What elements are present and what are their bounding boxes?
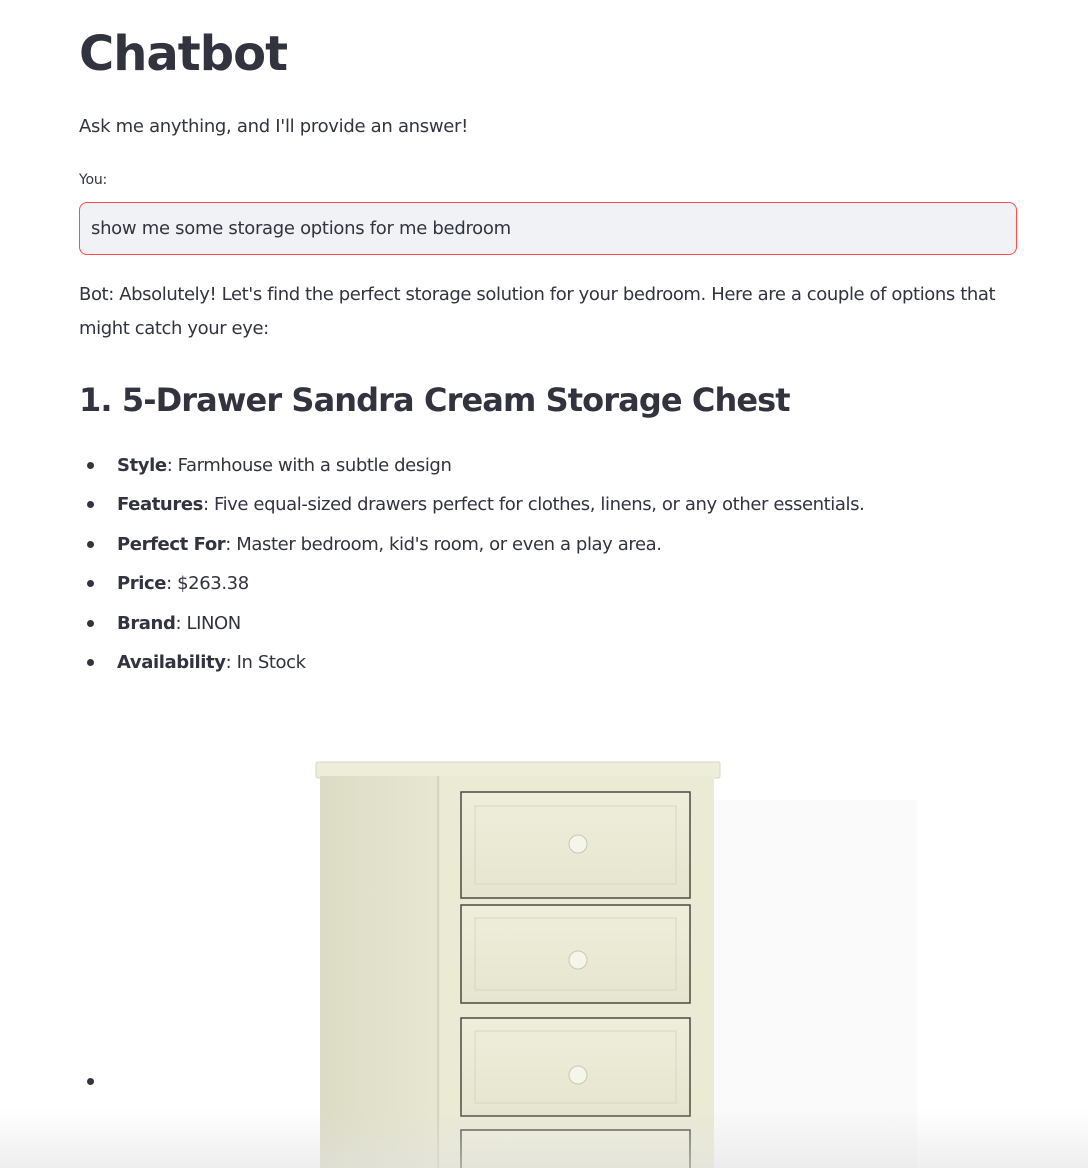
feature-key: Perfect For — [117, 533, 226, 555]
page-subtitle: Ask me anything, and I'll provide an ans… — [79, 116, 469, 137]
bullet-icon — [87, 462, 94, 469]
chat-input[interactable] — [79, 202, 1017, 255]
feature-value: : Master bedroom, kid's room, or even a … — [225, 533, 662, 555]
feature-value: : In Stock — [225, 651, 306, 673]
image-bullet-icon — [87, 1078, 94, 1085]
bullet-icon — [87, 619, 94, 627]
feature-value: : LINON — [175, 612, 241, 634]
bullet-icon — [87, 658, 94, 666]
product-image-storage-chest — [315, 761, 917, 1168]
feature-item-brand: Brand: LINON — [79, 604, 864, 643]
feature-item-style: Style: Farmhouse with a subtle design — [79, 446, 864, 485]
feature-key: Price — [117, 573, 167, 595]
feature-key: Style — [117, 455, 167, 476]
bot-response-intro: Bot: Absolutely! Let's find the perfect … — [79, 284, 996, 339]
feature-key: Features — [117, 494, 203, 516]
feature-value: : Farmhouse with a subtle design — [166, 455, 452, 476]
feature-item-price: Price: $263.38 — [79, 564, 864, 603]
product-feature-list: Style: Farmhouse with a subtle design Fe… — [79, 446, 865, 682]
feature-item-features: Features: Five equal-sized drawers perfe… — [79, 485, 865, 524]
bullet-icon — [87, 580, 94, 588]
bullet-icon — [87, 501, 94, 509]
page-title: Chatbot — [79, 26, 288, 82]
chat-input-label: You: — [79, 172, 108, 188]
feature-value: : $263.38 — [166, 573, 249, 595]
feature-item-availability: Availability: In Stock — [79, 643, 864, 682]
feature-value: : Five equal-sized drawers perfect for c… — [202, 494, 865, 516]
bullet-icon — [87, 540, 94, 548]
feature-key: Availability — [117, 651, 226, 673]
feature-key: Brand — [117, 612, 176, 634]
product-heading: 1. 5-Drawer Sandra Cream Storage Chest — [79, 381, 791, 419]
feature-item-perfect-for: Perfect For: Master bedroom, kid's room,… — [79, 525, 864, 564]
